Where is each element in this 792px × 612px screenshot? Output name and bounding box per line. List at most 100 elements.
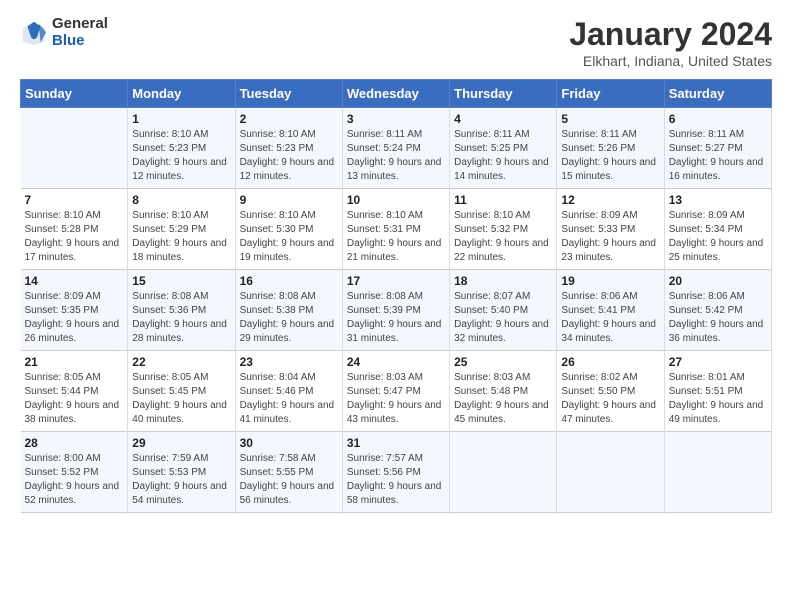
day-info: Sunrise: 8:10 AMSunset: 5:31 PMDaylight:… bbox=[347, 210, 442, 263]
day-number: 21 bbox=[25, 355, 124, 369]
calendar-day-cell: 23 Sunrise: 8:04 AMSunset: 5:46 PMDaylig… bbox=[235, 351, 342, 432]
logo-icon bbox=[20, 19, 48, 47]
calendar-day-cell: 1 Sunrise: 8:10 AMSunset: 5:23 PMDayligh… bbox=[128, 108, 235, 189]
calendar-day-cell: 17 Sunrise: 8:08 AMSunset: 5:39 PMDaylig… bbox=[342, 270, 449, 351]
calendar-day-cell bbox=[21, 108, 128, 189]
calendar-day-header: Wednesday bbox=[342, 80, 449, 108]
calendar-day-cell: 21 Sunrise: 8:05 AMSunset: 5:44 PMDaylig… bbox=[21, 351, 128, 432]
calendar-day-header: Sunday bbox=[21, 80, 128, 108]
calendar-week-row: 14 Sunrise: 8:09 AMSunset: 5:35 PMDaylig… bbox=[21, 270, 772, 351]
logo-blue-text: Blue bbox=[52, 33, 108, 50]
day-info: Sunrise: 8:08 AMSunset: 5:38 PMDaylight:… bbox=[240, 291, 335, 344]
calendar-week-row: 21 Sunrise: 8:05 AMSunset: 5:44 PMDaylig… bbox=[21, 351, 772, 432]
calendar-day-cell: 31 Sunrise: 7:57 AMSunset: 5:56 PMDaylig… bbox=[342, 432, 449, 513]
calendar-day-cell: 7 Sunrise: 8:10 AMSunset: 5:28 PMDayligh… bbox=[21, 189, 128, 270]
day-number: 9 bbox=[240, 193, 338, 207]
day-number: 31 bbox=[347, 436, 445, 450]
calendar-day-cell: 18 Sunrise: 8:07 AMSunset: 5:40 PMDaylig… bbox=[450, 270, 557, 351]
day-number: 15 bbox=[132, 274, 230, 288]
calendar-day-header: Tuesday bbox=[235, 80, 342, 108]
day-info: Sunrise: 8:11 AMSunset: 5:26 PMDaylight:… bbox=[561, 129, 656, 182]
calendar-week-row: 7 Sunrise: 8:10 AMSunset: 5:28 PMDayligh… bbox=[21, 189, 772, 270]
calendar-day-cell: 19 Sunrise: 8:06 AMSunset: 5:41 PMDaylig… bbox=[557, 270, 664, 351]
day-info: Sunrise: 8:03 AMSunset: 5:47 PMDaylight:… bbox=[347, 372, 442, 425]
calendar-week-row: 28 Sunrise: 8:00 AMSunset: 5:52 PMDaylig… bbox=[21, 432, 772, 513]
calendar-day-cell: 2 Sunrise: 8:10 AMSunset: 5:23 PMDayligh… bbox=[235, 108, 342, 189]
day-number: 24 bbox=[347, 355, 445, 369]
day-info: Sunrise: 8:05 AMSunset: 5:44 PMDaylight:… bbox=[25, 372, 120, 425]
day-number: 10 bbox=[347, 193, 445, 207]
calendar-day-header: Monday bbox=[128, 80, 235, 108]
day-info: Sunrise: 8:10 AMSunset: 5:23 PMDaylight:… bbox=[132, 129, 227, 182]
title-block: January 2024 Elkhart, Indiana, United St… bbox=[569, 16, 772, 69]
day-number: 26 bbox=[561, 355, 659, 369]
day-info: Sunrise: 7:59 AMSunset: 5:53 PMDaylight:… bbox=[132, 453, 227, 506]
calendar-day-cell: 15 Sunrise: 8:08 AMSunset: 5:36 PMDaylig… bbox=[128, 270, 235, 351]
day-info: Sunrise: 8:03 AMSunset: 5:48 PMDaylight:… bbox=[454, 372, 549, 425]
day-number: 3 bbox=[347, 112, 445, 126]
day-number: 22 bbox=[132, 355, 230, 369]
day-info: Sunrise: 8:10 AMSunset: 5:30 PMDaylight:… bbox=[240, 210, 335, 263]
calendar-day-header: Friday bbox=[557, 80, 664, 108]
day-number: 29 bbox=[132, 436, 230, 450]
calendar-day-cell: 20 Sunrise: 8:06 AMSunset: 5:42 PMDaylig… bbox=[664, 270, 771, 351]
day-info: Sunrise: 8:08 AMSunset: 5:39 PMDaylight:… bbox=[347, 291, 442, 344]
calendar-day-cell bbox=[450, 432, 557, 513]
day-info: Sunrise: 8:04 AMSunset: 5:46 PMDaylight:… bbox=[240, 372, 335, 425]
day-number: 28 bbox=[25, 436, 124, 450]
calendar-day-cell: 10 Sunrise: 8:10 AMSunset: 5:31 PMDaylig… bbox=[342, 189, 449, 270]
calendar-day-cell: 26 Sunrise: 8:02 AMSunset: 5:50 PMDaylig… bbox=[557, 351, 664, 432]
day-number: 27 bbox=[669, 355, 767, 369]
day-info: Sunrise: 8:05 AMSunset: 5:45 PMDaylight:… bbox=[132, 372, 227, 425]
logo: General Blue bbox=[20, 16, 108, 49]
calendar-day-cell: 3 Sunrise: 8:11 AMSunset: 5:24 PMDayligh… bbox=[342, 108, 449, 189]
calendar-day-cell: 16 Sunrise: 8:08 AMSunset: 5:38 PMDaylig… bbox=[235, 270, 342, 351]
calendar-day-header: Saturday bbox=[664, 80, 771, 108]
calendar-day-cell: 4 Sunrise: 8:11 AMSunset: 5:25 PMDayligh… bbox=[450, 108, 557, 189]
logo-text: General Blue bbox=[52, 16, 108, 49]
day-info: Sunrise: 8:11 AMSunset: 5:25 PMDaylight:… bbox=[454, 129, 549, 182]
calendar-day-header: Thursday bbox=[450, 80, 557, 108]
calendar-day-cell: 27 Sunrise: 8:01 AMSunset: 5:51 PMDaylig… bbox=[664, 351, 771, 432]
day-number: 14 bbox=[25, 274, 124, 288]
calendar-day-cell bbox=[557, 432, 664, 513]
day-number: 2 bbox=[240, 112, 338, 126]
day-info: Sunrise: 8:10 AMSunset: 5:29 PMDaylight:… bbox=[132, 210, 227, 263]
calendar-day-cell: 9 Sunrise: 8:10 AMSunset: 5:30 PMDayligh… bbox=[235, 189, 342, 270]
calendar-day-cell: 25 Sunrise: 8:03 AMSunset: 5:48 PMDaylig… bbox=[450, 351, 557, 432]
location: Elkhart, Indiana, United States bbox=[569, 53, 772, 69]
calendar-day-cell: 13 Sunrise: 8:09 AMSunset: 5:34 PMDaylig… bbox=[664, 189, 771, 270]
day-info: Sunrise: 8:09 AMSunset: 5:34 PMDaylight:… bbox=[669, 210, 764, 263]
calendar-day-cell: 6 Sunrise: 8:11 AMSunset: 5:27 PMDayligh… bbox=[664, 108, 771, 189]
day-number: 30 bbox=[240, 436, 338, 450]
day-number: 25 bbox=[454, 355, 552, 369]
logo-general-text: General bbox=[52, 16, 108, 33]
calendar-day-cell: 22 Sunrise: 8:05 AMSunset: 5:45 PMDaylig… bbox=[128, 351, 235, 432]
calendar-week-row: 1 Sunrise: 8:10 AMSunset: 5:23 PMDayligh… bbox=[21, 108, 772, 189]
day-number: 4 bbox=[454, 112, 552, 126]
calendar-day-cell: 28 Sunrise: 8:00 AMSunset: 5:52 PMDaylig… bbox=[21, 432, 128, 513]
day-number: 7 bbox=[25, 193, 124, 207]
day-number: 18 bbox=[454, 274, 552, 288]
day-info: Sunrise: 8:00 AMSunset: 5:52 PMDaylight:… bbox=[25, 453, 120, 506]
day-number: 8 bbox=[132, 193, 230, 207]
calendar-day-cell: 30 Sunrise: 7:58 AMSunset: 5:55 PMDaylig… bbox=[235, 432, 342, 513]
header: General Blue January 2024 Elkhart, India… bbox=[20, 16, 772, 69]
day-number: 17 bbox=[347, 274, 445, 288]
day-info: Sunrise: 8:02 AMSunset: 5:50 PMDaylight:… bbox=[561, 372, 656, 425]
day-info: Sunrise: 8:08 AMSunset: 5:36 PMDaylight:… bbox=[132, 291, 227, 344]
calendar-day-cell bbox=[664, 432, 771, 513]
calendar-day-cell: 29 Sunrise: 7:59 AMSunset: 5:53 PMDaylig… bbox=[128, 432, 235, 513]
day-info: Sunrise: 7:57 AMSunset: 5:56 PMDaylight:… bbox=[347, 453, 442, 506]
day-info: Sunrise: 8:10 AMSunset: 5:23 PMDaylight:… bbox=[240, 129, 335, 182]
day-info: Sunrise: 8:11 AMSunset: 5:27 PMDaylight:… bbox=[669, 129, 764, 182]
calendar-header-row: SundayMondayTuesdayWednesdayThursdayFrid… bbox=[21, 80, 772, 108]
day-number: 20 bbox=[669, 274, 767, 288]
day-info: Sunrise: 8:06 AMSunset: 5:42 PMDaylight:… bbox=[669, 291, 764, 344]
day-number: 16 bbox=[240, 274, 338, 288]
calendar-day-cell: 14 Sunrise: 8:09 AMSunset: 5:35 PMDaylig… bbox=[21, 270, 128, 351]
day-number: 13 bbox=[669, 193, 767, 207]
calendar-table: SundayMondayTuesdayWednesdayThursdayFrid… bbox=[20, 79, 772, 513]
day-info: Sunrise: 7:58 AMSunset: 5:55 PMDaylight:… bbox=[240, 453, 335, 506]
calendar-day-cell: 12 Sunrise: 8:09 AMSunset: 5:33 PMDaylig… bbox=[557, 189, 664, 270]
